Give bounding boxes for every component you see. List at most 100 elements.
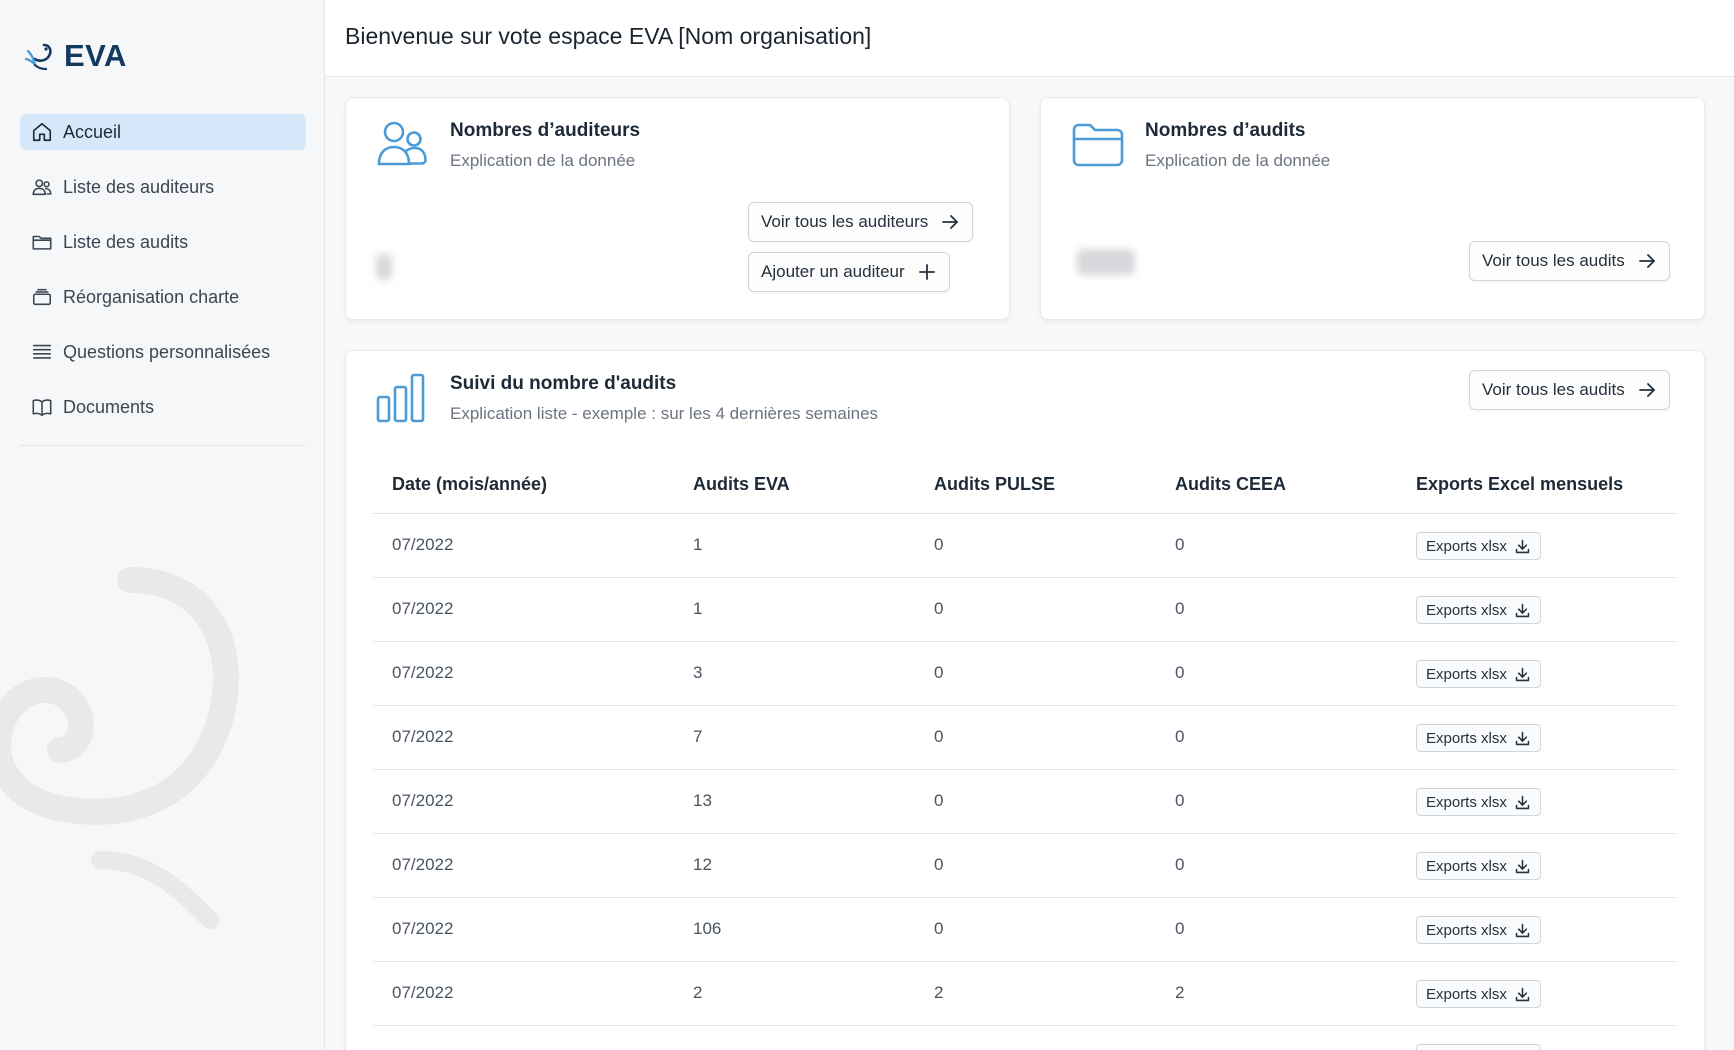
export-xlsx-button[interactable]: Exports xlsx xyxy=(1416,852,1541,880)
app-logo[interactable]: EVA xyxy=(24,38,127,74)
export-xlsx-button[interactable]: Exports xlsx xyxy=(1416,660,1541,688)
export-xlsx-button[interactable]: Exports xlsx xyxy=(1416,1044,1541,1050)
table-row: 07/2022 1 0 0 Exports xlsx xyxy=(373,578,1677,642)
folder-icon xyxy=(1072,123,1124,167)
export-xlsx-button[interactable]: Exports xlsx xyxy=(1416,724,1541,752)
cell-audits-eva: 1 xyxy=(693,535,703,554)
export-xlsx-button[interactable]: Exports xlsx xyxy=(1416,532,1541,560)
cell-audits-pulse: 0 xyxy=(934,727,944,746)
sidebar-item-documents[interactable]: Documents xyxy=(20,389,306,425)
arrow-right-icon xyxy=(1638,383,1655,397)
cell-date: 07/2022 xyxy=(392,663,454,682)
button-label: Exports xlsx xyxy=(1426,793,1507,811)
export-xlsx-button[interactable]: Exports xlsx xyxy=(1416,916,1541,944)
table-header: Date (mois/année) Audits EVA Audits PULS… xyxy=(373,457,1677,514)
sidebar-item-auditeurs[interactable]: Liste des auditeurs xyxy=(20,169,306,205)
users-icon xyxy=(377,121,427,166)
users-icon xyxy=(32,179,52,196)
column-header-pulse: Audits PULSE xyxy=(934,474,1056,494)
button-label: Voir tous les audits xyxy=(1482,380,1625,399)
column-header-eva: Audits EVA xyxy=(693,474,790,494)
arrow-right-icon xyxy=(942,215,959,229)
cell-audits-pulse: 0 xyxy=(934,663,944,682)
cell-audits-pulse: 0 xyxy=(934,919,944,938)
download-icon xyxy=(1515,603,1530,617)
download-icon xyxy=(1515,731,1530,745)
download-icon xyxy=(1515,667,1530,681)
download-icon xyxy=(1515,923,1530,937)
export-xlsx-button[interactable]: Exports xlsx xyxy=(1416,788,1541,816)
column-header-date: Date (mois/année) xyxy=(392,474,548,494)
list-icon xyxy=(32,344,52,359)
cell-audits-eva: 106 xyxy=(693,919,722,938)
cell-audits-ceea: 0 xyxy=(1175,919,1185,938)
table-row: 07/2022 1 0 0 Exports xlsx xyxy=(373,1026,1677,1050)
home-icon xyxy=(32,122,52,142)
sidebar-item-label: Questions personnalisées xyxy=(63,341,271,362)
download-icon xyxy=(1515,859,1530,873)
view-all-audits-button[interactable]: Voir tous les audits xyxy=(1469,241,1670,281)
table-row: 07/2022 2 2 2 Exports xlsx xyxy=(373,962,1677,1026)
cell-audits-eva: 7 xyxy=(693,727,703,746)
button-label: Exports xlsx xyxy=(1426,985,1507,1003)
cell-date: 07/2022 xyxy=(392,919,454,938)
button-label: Voir tous les audits xyxy=(1482,251,1625,270)
sidebar-item-audits[interactable]: Liste des audits xyxy=(20,224,306,260)
card-subtitle: Explication de la donnée xyxy=(1145,151,1331,170)
eva-bird-logo-icon xyxy=(24,43,52,71)
card-subtitle: Explication de la donnée xyxy=(450,151,636,170)
cell-date: 07/2022 xyxy=(392,727,454,746)
view-all-auditeurs-button[interactable]: Voir tous les auditeurs xyxy=(748,202,974,242)
table-row: 07/2022 3 0 0 Exports xlsx xyxy=(373,642,1677,706)
view-all-audits-button[interactable]: Voir tous les audits xyxy=(1469,370,1670,410)
button-label: Exports xlsx xyxy=(1426,857,1507,875)
cell-audits-ceea: 0 xyxy=(1175,727,1185,746)
button-label: Exports xlsx xyxy=(1426,729,1507,747)
page-title: Bienvenue sur vote espace EVA [Nom organ… xyxy=(345,23,872,49)
sidebar-nav: Accueil Liste des auditeurs Liste des au… xyxy=(20,114,306,444)
cell-date: 07/2022 xyxy=(392,983,454,1002)
button-label: Voir tous les auditeurs xyxy=(761,212,929,231)
cell-date: 07/2022 xyxy=(392,791,454,810)
cell-audits-ceea: 0 xyxy=(1175,599,1185,618)
folder-icon xyxy=(32,235,52,250)
bar-chart-icon xyxy=(376,373,425,423)
cell-audits-ceea: 0 xyxy=(1175,663,1185,682)
sidebar-item-label: Documents xyxy=(63,396,155,417)
sidebar-item-accueil[interactable]: Accueil xyxy=(20,114,306,150)
sidebar-item-label: Liste des auditeurs xyxy=(63,176,215,197)
cell-audits-pulse: 0 xyxy=(934,791,944,810)
cell-date: 07/2022 xyxy=(392,855,454,874)
cell-audits-pulse: 0 xyxy=(934,535,944,554)
stack-icon xyxy=(32,288,52,306)
cell-audits-eva: 3 xyxy=(693,663,703,682)
cell-audits-eva: 13 xyxy=(693,791,712,810)
button-label: Exports xlsx xyxy=(1426,921,1507,939)
auditeurs-card: Nombres d’auditeurs Explication de la do… xyxy=(345,97,1010,320)
sidebar-item-label: Réorganisation charte xyxy=(63,286,240,307)
add-auditeur-button[interactable]: Ajouter un auditeur xyxy=(748,252,950,292)
sidebar-item-reorganisation[interactable]: Réorganisation charte xyxy=(20,279,306,315)
cell-audits-ceea: 0 xyxy=(1175,535,1185,554)
cell-audits-eva: 12 xyxy=(693,855,712,874)
export-xlsx-button[interactable]: Exports xlsx xyxy=(1416,980,1541,1008)
sidebar-item-questions[interactable]: Questions personnalisées xyxy=(20,334,306,370)
cell-audits-pulse: 0 xyxy=(934,855,944,874)
cell-audits-pulse: 2 xyxy=(934,983,944,1002)
arrow-right-icon xyxy=(1638,254,1655,268)
button-label: Ajouter un auditeur xyxy=(761,262,905,281)
audits-table: Date (mois/année) Audits EVA Audits PULS… xyxy=(373,457,1677,1050)
card-subtitle: Explication liste - exemple : sur les 4 … xyxy=(450,404,879,423)
sidebar: EVA Accueil Liste des auditeurs Liste de… xyxy=(0,0,325,1050)
table-row: 07/2022 13 0 0 Exports xlsx xyxy=(373,770,1677,834)
app-name: EVA xyxy=(64,38,127,73)
export-xlsx-button[interactable]: Exports xlsx xyxy=(1416,596,1541,624)
cell-audits-pulse: 0 xyxy=(934,599,944,618)
table-row: 07/2022 7 0 0 Exports xlsx xyxy=(373,706,1677,770)
bird-watermark-icon xyxy=(0,567,239,929)
cell-audits-ceea: 0 xyxy=(1175,791,1185,810)
table-body: 07/2022 1 0 0 Exports xlsx 07/2022 1 0 0… xyxy=(373,514,1677,1050)
column-header-exports: Exports Excel mensuels xyxy=(1416,474,1624,494)
plus-icon xyxy=(918,264,935,280)
audits-count-value: 246 xyxy=(1077,249,1135,275)
